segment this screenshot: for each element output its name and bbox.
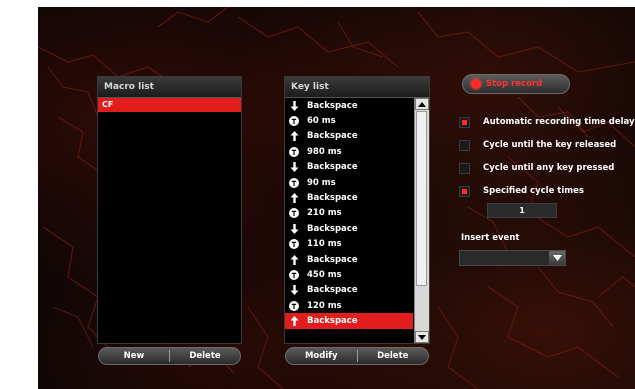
- arrow-up-icon: [285, 193, 303, 204]
- key-list-item[interactable]: Backspace: [285, 129, 413, 144]
- arrow-down-icon: [285, 100, 303, 111]
- macro-list-header: Macro list: [98, 77, 241, 98]
- triangle-up-icon: [418, 101, 426, 107]
- option-checkbox[interactable]: [459, 162, 470, 174]
- key-list-item-label: 90 ms: [307, 177, 336, 188]
- scroll-up-button[interactable]: [415, 98, 429, 110]
- option-cycle-key-released[interactable]: Cycle until the key released: [459, 138, 616, 152]
- scroll-down-button[interactable]: [415, 331, 429, 343]
- macro-list-item[interactable]: CF: [98, 98, 241, 112]
- key-button-group: Modify Delete: [285, 347, 429, 365]
- key-list-item-label: Backspace: [307, 254, 358, 265]
- arrow-down-icon: [285, 285, 303, 296]
- key-list-item[interactable]: Backspace: [285, 221, 413, 236]
- cycle-count-input[interactable]: 1: [487, 203, 557, 218]
- timer-icon: [285, 177, 303, 188]
- key-list-item[interactable]: Backspace: [285, 283, 413, 298]
- option-checkbox[interactable]: [459, 185, 470, 197]
- arrow-up-icon: [285, 254, 303, 265]
- key-list-item-label: Backspace: [307, 100, 358, 111]
- key-list-item-label: 210 ms: [307, 208, 342, 219]
- key-list-item-label: Backspace: [307, 285, 358, 296]
- key-list-item[interactable]: Backspace: [285, 160, 413, 175]
- key-list-item[interactable]: 450 ms: [285, 267, 413, 282]
- delete-macro-button[interactable]: Delete: [170, 348, 240, 364]
- key-list-header: Key list: [285, 77, 429, 98]
- key-list-item[interactable]: 120 ms: [285, 298, 413, 313]
- key-list-item-label: 980 ms: [307, 146, 342, 157]
- insert-event-label: Insert event: [461, 233, 520, 243]
- delete-key-button[interactable]: Delete: [358, 348, 429, 364]
- macro-button-group: New Delete: [98, 347, 241, 365]
- macro-list-panel: Macro list CF: [97, 76, 242, 344]
- checkbox-fill: [462, 188, 467, 194]
- timer-icon: [285, 146, 303, 157]
- modify-key-button[interactable]: Modify: [286, 348, 357, 364]
- timer-icon: [285, 116, 303, 127]
- key-list-item[interactable]: 60 ms: [285, 113, 413, 128]
- key-list-item-label: 450 ms: [307, 269, 342, 280]
- option-cycle-any-key[interactable]: Cycle until any key pressed: [459, 161, 614, 175]
- scroll-thumb[interactable]: [416, 111, 427, 286]
- key-list-item[interactable]: 210 ms: [285, 206, 413, 221]
- new-macro-button[interactable]: New: [99, 348, 169, 364]
- key-list-item-label: Backspace: [307, 223, 358, 234]
- option-checkbox[interactable]: [459, 116, 470, 128]
- key-list-item-label: Backspace: [307, 162, 358, 173]
- key-list-item[interactable]: 110 ms: [285, 237, 413, 252]
- key-list-item[interactable]: 90 ms: [285, 175, 413, 190]
- arrow-down-icon: [285, 223, 303, 234]
- key-list-item[interactable]: Backspace: [285, 98, 413, 113]
- checkbox-fill: [462, 119, 467, 125]
- record-dot-icon: [471, 79, 481, 89]
- timer-icon: [285, 300, 303, 311]
- triangle-down-icon: [418, 334, 426, 340]
- key-list-item[interactable]: Backspace: [285, 313, 413, 329]
- key-list-item-label: 60 ms: [307, 116, 336, 127]
- arrow-down-icon: [285, 162, 303, 173]
- option-label: Specified cycle times: [483, 186, 584, 196]
- chevron-down-icon[interactable]: [549, 251, 565, 265]
- macro-editor-window: Macro list CF Key list Backspace 60 ms Bac…: [38, 7, 635, 389]
- key-list: Backspace 60 ms Backspace 980 ms Backspace 90…: [285, 98, 413, 343]
- timer-icon: [285, 208, 303, 219]
- option-label: Cycle until any key pressed: [483, 163, 615, 173]
- option-specified-cycles[interactable]: Specified cycle times: [459, 184, 584, 198]
- key-list-item-label: Backspace: [307, 193, 358, 204]
- option-checkbox[interactable]: [459, 139, 470, 151]
- triangle-down-icon: [552, 255, 562, 261]
- stop-record-button[interactable]: Stop record: [462, 74, 570, 94]
- stop-record-label: Stop record: [486, 79, 543, 89]
- key-list-item[interactable]: Backspace: [285, 190, 413, 205]
- insert-event-dropdown[interactable]: [459, 250, 566, 266]
- option-auto-delay[interactable]: Automatic recording time delay: [459, 115, 635, 129]
- key-list-panel: Key list Backspace 60 ms Backspace 980 ms Ba…: [284, 76, 430, 344]
- option-label: Automatic recording time delay: [483, 117, 635, 127]
- key-list-item[interactable]: 980 ms: [285, 144, 413, 159]
- arrow-up-icon: [285, 316, 303, 327]
- key-list-scrollbar[interactable]: [414, 98, 429, 343]
- option-label: Cycle until the key released: [483, 140, 617, 150]
- arrow-up-icon: [285, 131, 303, 142]
- key-list-item[interactable]: Backspace: [285, 252, 413, 267]
- timer-icon: [285, 239, 303, 250]
- key-list-item-label: 120 ms: [307, 300, 342, 311]
- key-list-item-label: 110 ms: [307, 239, 342, 250]
- timer-icon: [285, 269, 303, 280]
- key-list-item-label: Backspace: [307, 131, 358, 142]
- key-list-item-label: Backspace: [307, 316, 358, 327]
